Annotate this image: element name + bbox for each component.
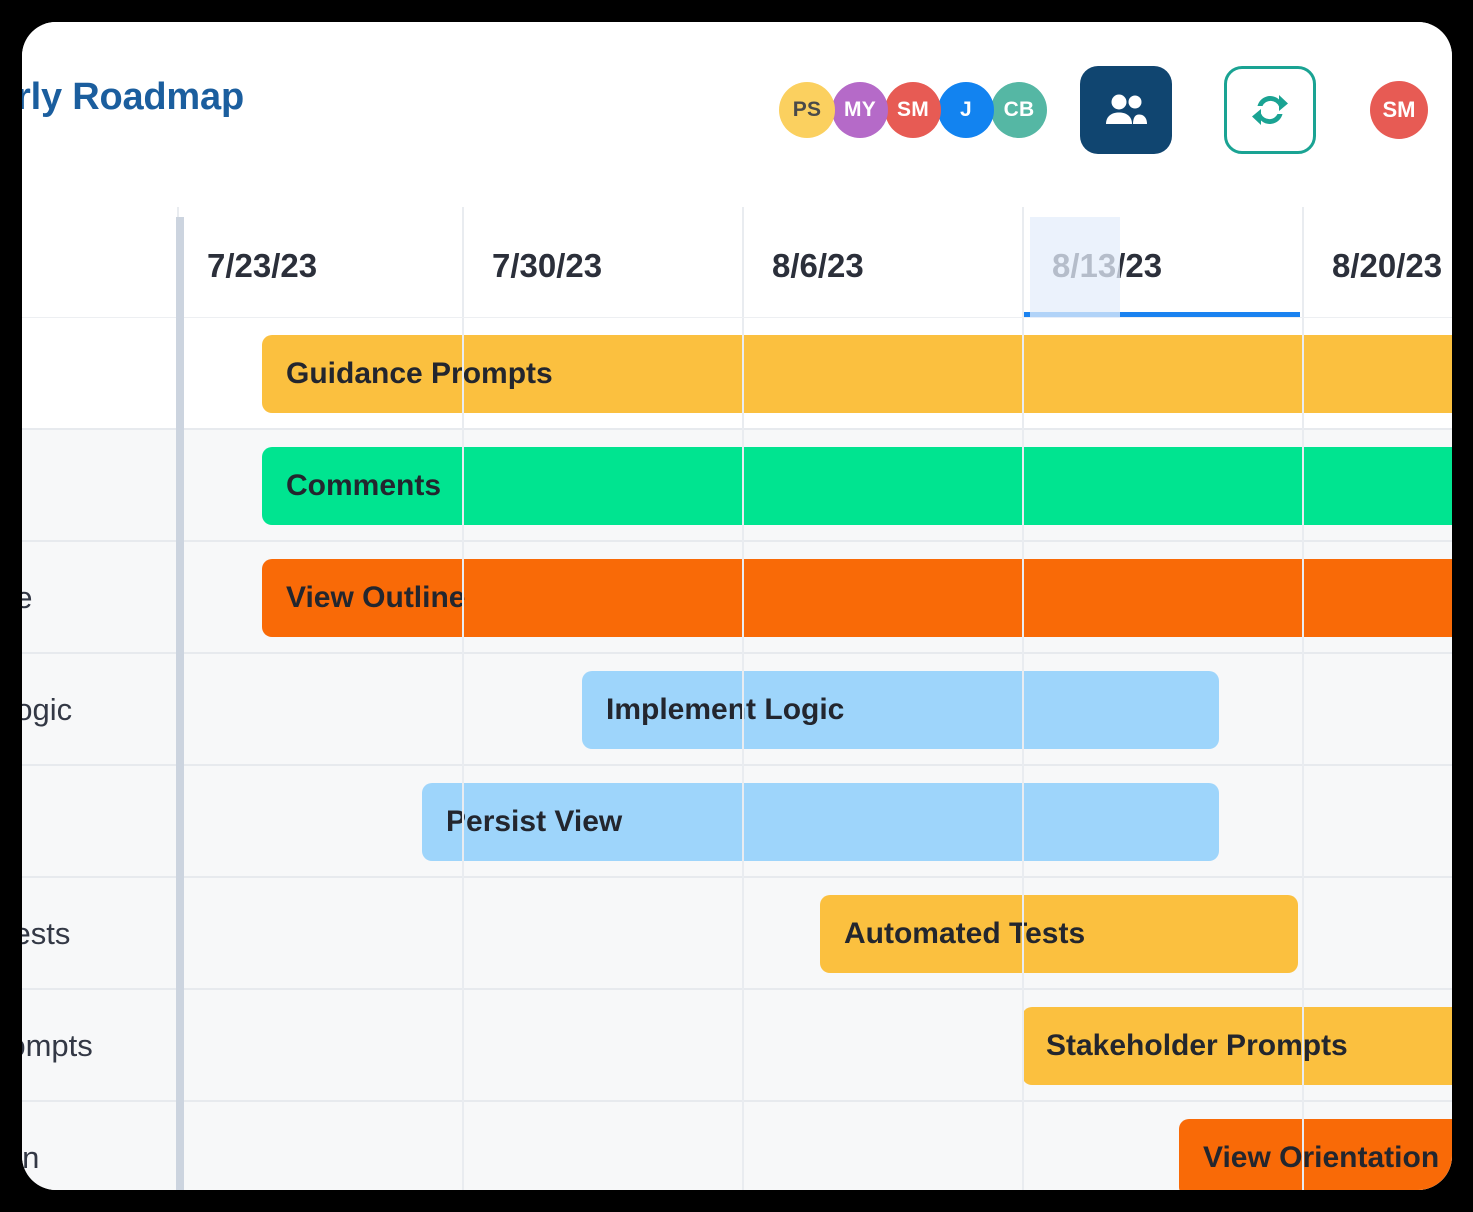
header-actions: PS MY SM J CB SM <box>779 66 1428 154</box>
gantt-bar[interactable]: View Outline <box>262 559 1452 637</box>
row-label: Logic <box>22 692 73 727</box>
grid-line <box>462 318 464 1190</box>
gantt-bar-label: View Orientation <box>1203 1141 1440 1174</box>
pane-divider[interactable] <box>176 217 184 1190</box>
timeline-column-label: 7/30/23 <box>492 247 603 284</box>
gantt-bar[interactable]: Guidance Prompts <box>262 335 1452 413</box>
gantt-bar-label: Automated Tests <box>844 917 1086 950</box>
row-label: w <box>22 766 148 878</box>
avatar[interactable]: CB <box>991 82 1047 138</box>
gantt-bar-label: View Outline <box>286 581 466 614</box>
timeline-column-label: 8/6/23 <box>772 247 864 284</box>
sync-button[interactable] <box>1224 66 1316 154</box>
avatar[interactable]: MY <box>832 82 888 138</box>
gantt-bar-label: Guidance Prompts <box>286 357 553 390</box>
timeline-column-label: 7/23/23 <box>207 247 318 284</box>
timeline-header: 7/23/237/30/238/6/238/13/238/20/23 <box>22 207 1452 319</box>
row-label: ion <box>22 1140 40 1175</box>
gantt-bar-label: Persist View <box>446 805 623 838</box>
gantt-bar[interactable]: View Orientation <box>1179 1119 1452 1190</box>
gantt-bar-label: Comments <box>286 469 442 502</box>
app-window: rly Roadmap PS MY SM J CB SM 7/23/23 7/3… <box>22 22 1452 1190</box>
gantt-bar-label: Implement Logic <box>606 693 845 726</box>
share-people-button[interactable] <box>1080 66 1172 154</box>
grid-line <box>1022 318 1024 1190</box>
timeline-column-header[interactable]: 7/23/23 <box>177 207 462 317</box>
timeline-column-header[interactable]: 8/20/23 <box>1302 207 1452 317</box>
gantt-bar[interactable]: Persist View <box>422 783 1219 861</box>
grid-line <box>742 318 744 1190</box>
app-header: rly Roadmap PS MY SM J CB SM <box>22 22 1452 202</box>
grid-line <box>1302 318 1304 1190</box>
avatar[interactable]: PS <box>779 82 835 138</box>
gantt-row[interactable]: Comments <box>22 430 1452 542</box>
row-label: ne <box>22 580 33 615</box>
row-label <box>22 430 148 542</box>
gantt-bar[interactable]: Implement Logic <box>582 671 1219 749</box>
gantt-row[interactable]: s Guidance Prompts <box>22 318 1452 430</box>
collaborator-avatar-group[interactable]: PS MY SM J CB <box>779 82 1047 138</box>
gantt-row[interactable]: ne View Outline <box>22 542 1452 654</box>
avatar[interactable]: SM <box>885 82 941 138</box>
row-label: rompts <box>22 1028 93 1063</box>
gantt-grid-body: s Guidance Prompts Comments ne View Outline L… <box>22 318 1452 1190</box>
gantt-row[interactable]: w Persist View <box>22 766 1452 878</box>
gantt-row[interactable]: Tests Automated Tests <box>22 878 1452 990</box>
row-label: s <box>22 318 148 430</box>
page-title: rly Roadmap <box>22 76 244 118</box>
row-label: Tests <box>22 916 71 951</box>
timeline-column-header[interactable]: 8/6/23 <box>742 207 1022 317</box>
avatar[interactable]: J <box>938 82 994 138</box>
timeline-column-header[interactable]: 7/30/23 <box>462 207 742 317</box>
timeline-column-label: 8/20/23 <box>1332 247 1443 284</box>
gantt-row[interactable]: ion View Orientation <box>22 1102 1452 1190</box>
gantt-bar[interactable]: Stakeholder Prompts <box>1022 1007 1452 1085</box>
current-user-avatar[interactable]: SM <box>1370 81 1428 139</box>
people-icon <box>1103 93 1149 127</box>
gantt-bar[interactable]: Comments <box>262 447 1452 525</box>
sync-icon <box>1249 89 1291 131</box>
gantt-bar[interactable]: Automated Tests <box>820 895 1298 973</box>
gantt-row[interactable]: rompts Stakeholder Prompts <box>22 990 1452 1102</box>
gantt-row[interactable]: Logic Implement Logic <box>22 654 1452 766</box>
